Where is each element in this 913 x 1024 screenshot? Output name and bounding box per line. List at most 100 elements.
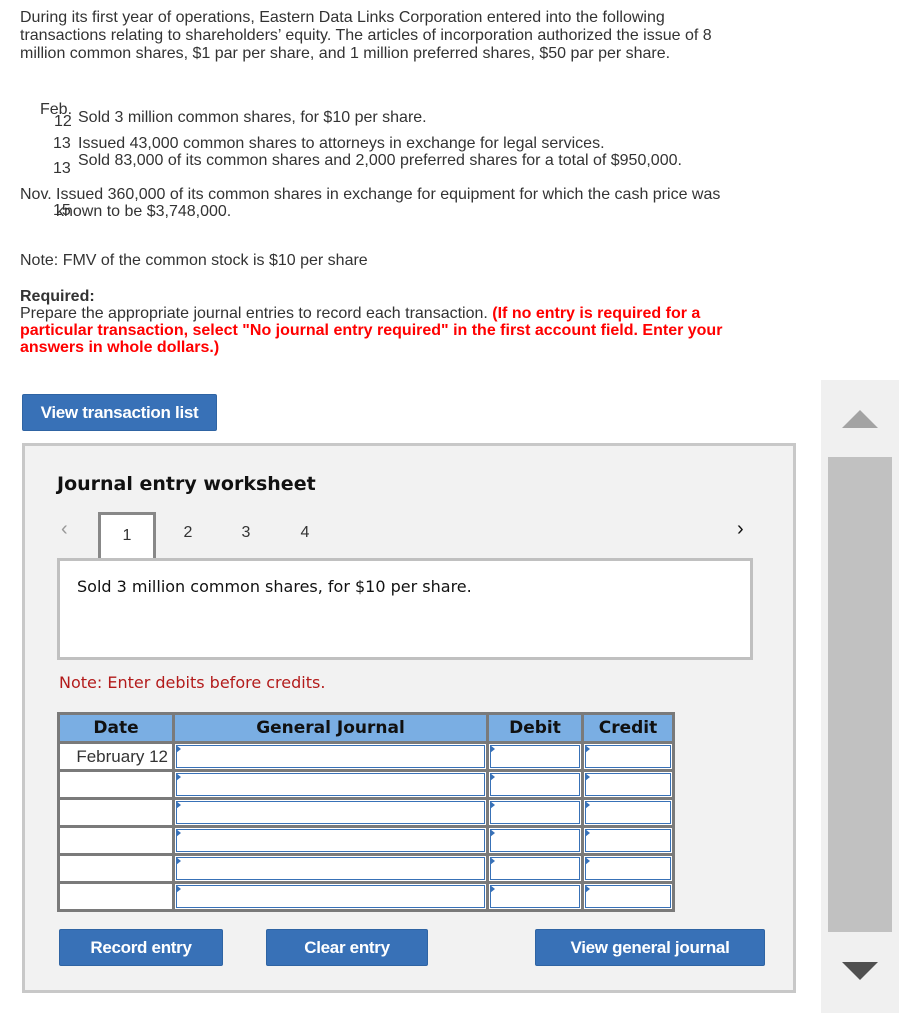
transaction-item: 13 Sold 83,000 of its common shares and …	[20, 152, 760, 186]
credit-input[interactable]	[585, 801, 671, 824]
transaction-day: 12	[54, 113, 72, 130]
debit-input[interactable]	[490, 829, 580, 852]
debit-input[interactable]	[490, 801, 580, 824]
debit-input[interactable]	[490, 885, 580, 908]
view-transaction-list-button[interactable]: View transaction list	[22, 394, 217, 431]
journal-row	[57, 769, 675, 800]
transaction-description: Sold 3 million common shares, for $10 pe…	[57, 558, 753, 660]
transaction-day: 13	[53, 160, 71, 177]
transaction-item: Nov. 15 Issued 360,000 of its common sha…	[20, 186, 760, 220]
credit-cell	[581, 825, 675, 856]
scroll-down-arrow-icon[interactable]	[842, 962, 878, 980]
header-debit: Debit	[486, 712, 584, 744]
input-marker-icon	[490, 885, 495, 893]
journal-row	[57, 797, 675, 828]
input-marker-icon	[585, 885, 590, 893]
credit-input[interactable]	[585, 829, 671, 852]
fmv-note: Note: FMV of the common stock is $10 per…	[20, 252, 368, 269]
journal-row	[57, 853, 675, 884]
date-cell	[57, 881, 175, 912]
page-tab-4[interactable]: 4	[276, 512, 334, 558]
page-tab-2[interactable]: 2	[159, 512, 217, 558]
account-cell	[172, 741, 489, 772]
debit-cell	[486, 881, 584, 912]
transaction-text: Issued 43,000 common shares to attorneys…	[78, 135, 605, 152]
worksheet-title: Journal entry worksheet	[57, 473, 316, 495]
input-marker-icon	[585, 773, 590, 781]
journal-row	[57, 881, 675, 912]
debit-input[interactable]	[490, 857, 580, 880]
debit-input[interactable]	[490, 745, 580, 768]
chevron-left-icon[interactable]: ‹	[61, 518, 68, 541]
account-input[interactable]	[176, 857, 485, 880]
account-cell	[172, 881, 489, 912]
vertical-scrollbar[interactable]	[821, 380, 899, 1013]
journal-entry-worksheet: Journal entry worksheet ‹ 1 2 3 4 › Sold…	[22, 443, 796, 993]
transaction-text: Issued 360,000 of its common shares in e…	[56, 186, 721, 220]
journal-row	[57, 825, 675, 856]
debit-cell	[486, 769, 584, 800]
account-cell	[172, 825, 489, 856]
date-cell	[57, 853, 175, 884]
debit-cell	[486, 853, 584, 884]
debit-cell	[486, 741, 584, 772]
credit-input[interactable]	[585, 857, 671, 880]
credit-cell	[581, 769, 675, 800]
journal-header-row: Date General Journal Debit Credit	[57, 712, 675, 744]
input-marker-icon	[585, 829, 590, 837]
debit-cell	[486, 797, 584, 828]
required-text: Prepare the appropriate journal entries …	[20, 305, 493, 322]
scroll-thumb[interactable]	[828, 457, 892, 932]
input-marker-icon	[585, 801, 590, 809]
transaction-item: 13 Issued 43,000 common shares to attorn…	[20, 135, 760, 152]
credit-cell	[581, 741, 675, 772]
required-section: Required: Prepare the appropriate journa…	[20, 288, 760, 356]
transaction-item: Feb. 12 Sold 3 million common shares, fo…	[20, 101, 760, 135]
clear-entry-button[interactable]: Clear entry	[266, 929, 428, 966]
account-cell	[172, 769, 489, 800]
input-marker-icon	[176, 885, 181, 893]
input-marker-icon	[176, 801, 181, 809]
date-cell	[57, 797, 175, 828]
view-general-journal-button[interactable]: View general journal	[535, 929, 765, 966]
input-marker-icon	[176, 745, 181, 753]
transaction-text: Sold 3 million common shares, for $10 pe…	[78, 109, 427, 126]
account-cell	[172, 853, 489, 884]
header-date: Date	[57, 712, 175, 744]
required-label: Required:	[20, 288, 95, 305]
account-input[interactable]	[176, 885, 485, 908]
page-tab-1[interactable]: 1	[98, 512, 156, 558]
credit-cell	[581, 797, 675, 828]
input-marker-icon	[176, 829, 181, 837]
transaction-day: 13	[53, 135, 71, 152]
input-marker-icon	[176, 857, 181, 865]
input-marker-icon	[585, 857, 590, 865]
date-cell	[57, 825, 175, 856]
header-credit: Credit	[581, 712, 675, 744]
date-cell	[57, 769, 175, 800]
transaction-list: Feb. 12 Sold 3 million common shares, fo…	[20, 101, 760, 220]
account-input[interactable]	[176, 773, 485, 796]
account-input[interactable]	[176, 801, 485, 824]
journal-row: February 12	[57, 741, 675, 772]
input-marker-icon	[585, 745, 590, 753]
debits-credits-note: Note: Enter debits before credits.	[59, 673, 326, 692]
account-input[interactable]	[176, 745, 485, 768]
chevron-right-icon[interactable]: ›	[737, 518, 744, 541]
header-general-journal: General Journal	[172, 712, 489, 744]
debit-cell	[486, 825, 584, 856]
input-marker-icon	[490, 773, 495, 781]
account-input[interactable]	[176, 829, 485, 852]
scroll-up-arrow-icon[interactable]	[842, 410, 878, 428]
credit-cell	[581, 853, 675, 884]
record-entry-button[interactable]: Record entry	[59, 929, 223, 966]
problem-intro: During its first year of operations, Eas…	[20, 9, 712, 62]
credit-input[interactable]	[585, 773, 671, 796]
input-marker-icon	[490, 801, 495, 809]
credit-cell	[581, 881, 675, 912]
account-cell	[172, 797, 489, 828]
debit-input[interactable]	[490, 773, 580, 796]
page-tab-3[interactable]: 3	[217, 512, 275, 558]
credit-input[interactable]	[585, 885, 671, 908]
credit-input[interactable]	[585, 745, 671, 768]
